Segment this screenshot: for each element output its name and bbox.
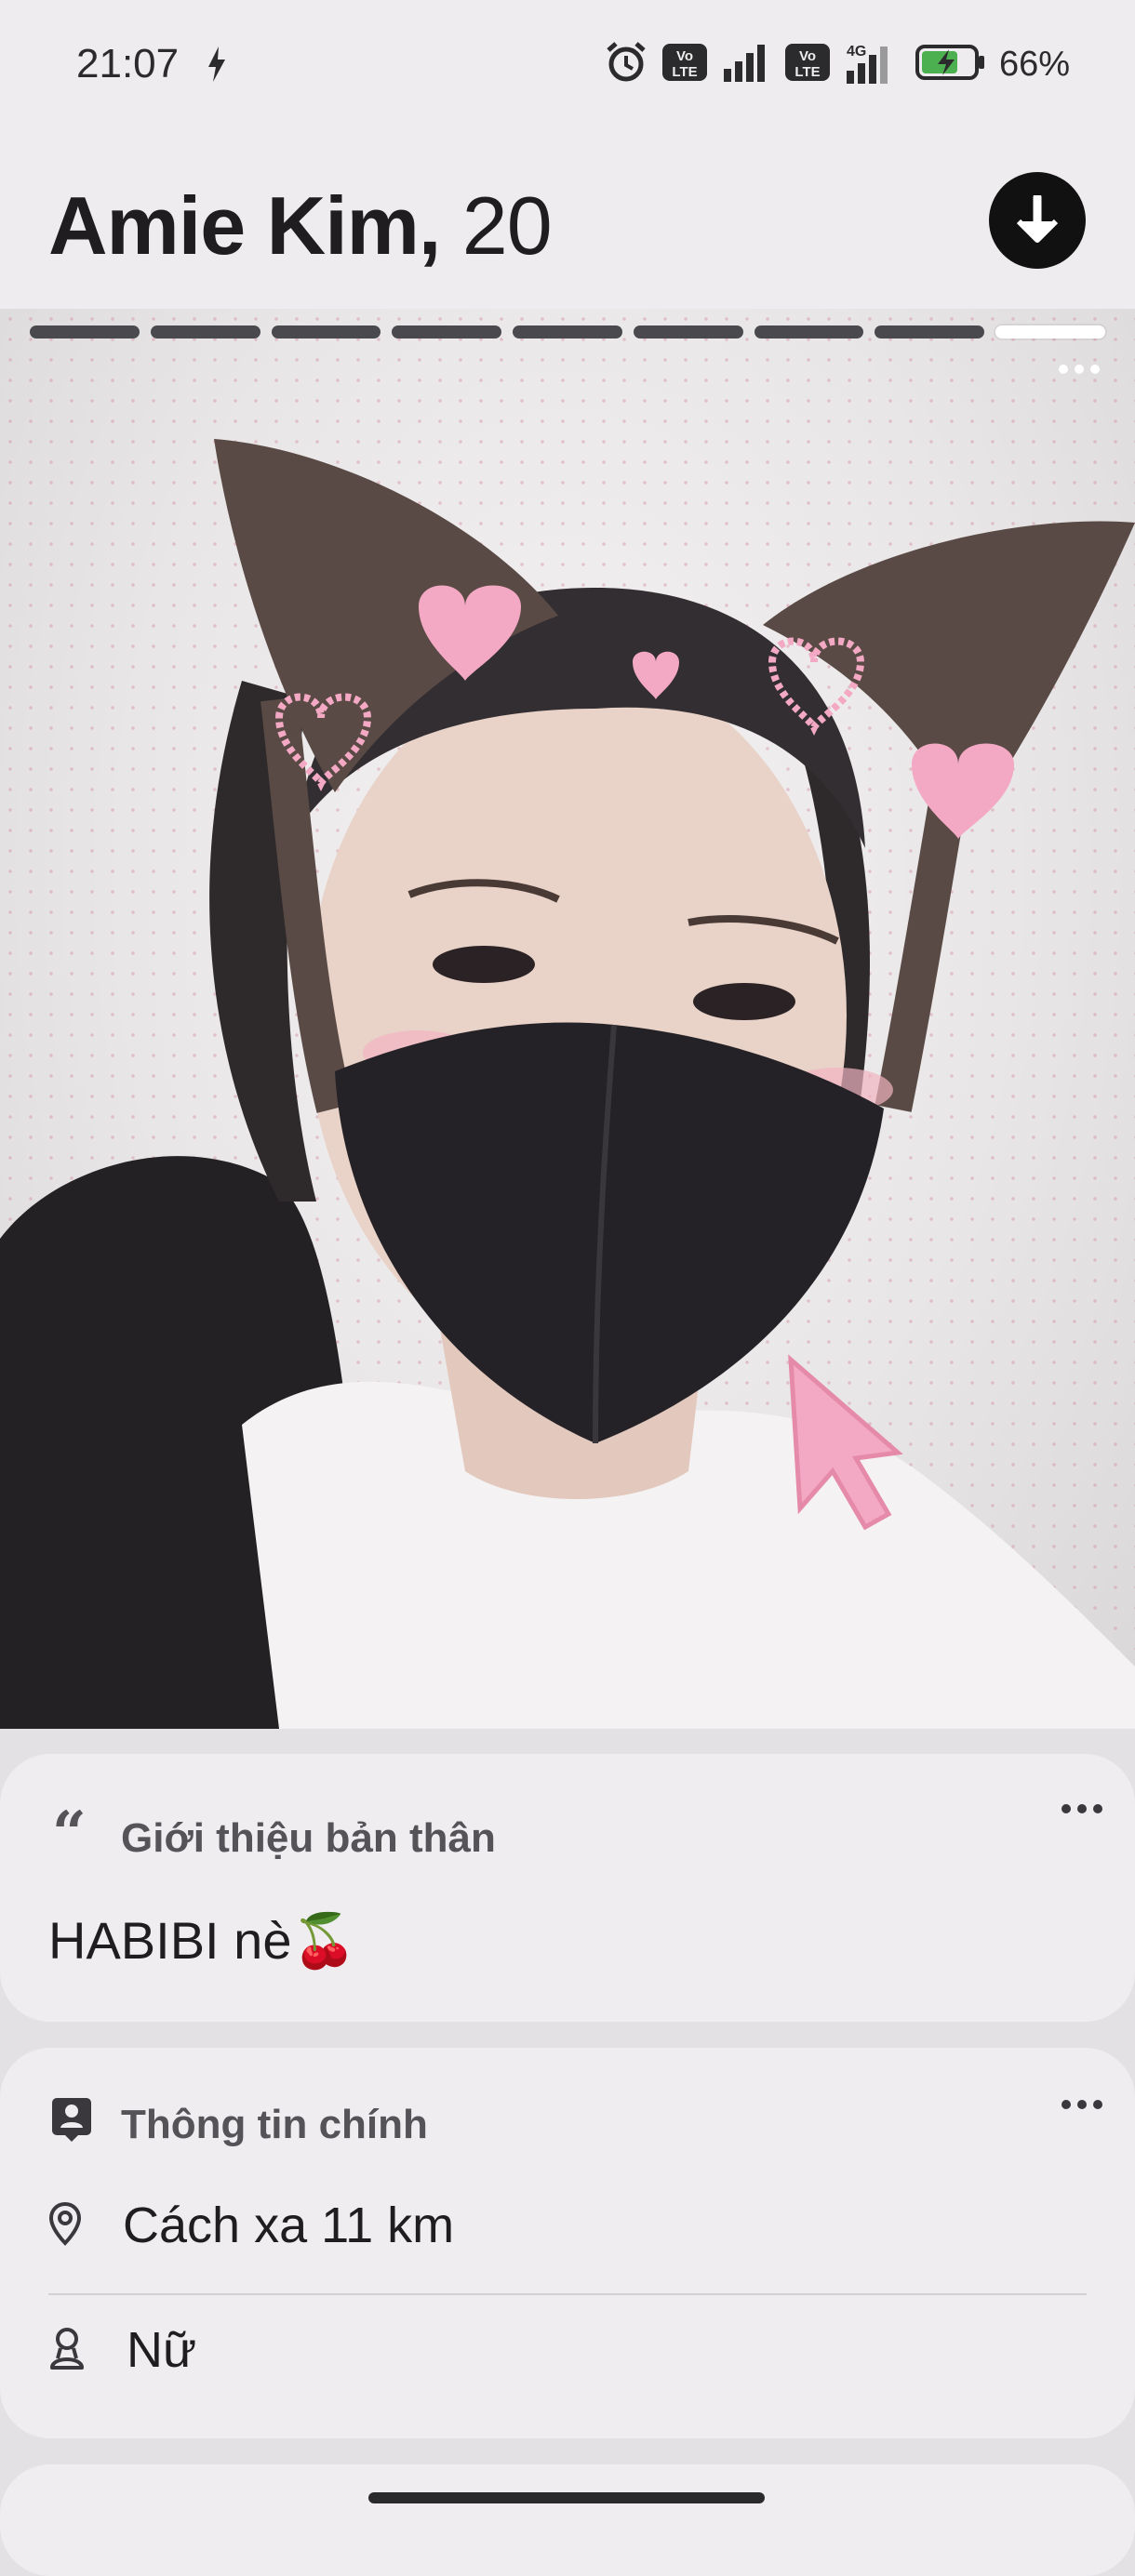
profile-name: Amie Kim, [48, 179, 441, 272]
photo-progress-segment[interactable] [633, 325, 743, 339]
quote-icon: “ [52, 1799, 87, 1868]
gender-row: Nữ [48, 2321, 1087, 2379]
profile-header: Amie Kim, 20 [0, 130, 1135, 309]
status-time: 21:07 [76, 41, 180, 86]
status-icons: Vo LTE Vo LTE 4G 66% [605, 41, 1070, 88]
signal-4g-icon: 4G [845, 41, 902, 88]
main-info-card: Thông tin chính Cách xa 11 km Nữ [0, 2048, 1135, 2438]
profile-name-age: Amie Kim, 20 [48, 179, 553, 273]
close-profile-button[interactable] [989, 172, 1086, 269]
svg-text:LTE: LTE [794, 64, 820, 80]
status-bar: 21:07 Vo LTE Vo LTE 4G 66% [0, 0, 1135, 130]
photo-progress-segment[interactable] [271, 325, 381, 339]
svg-text:LTE: LTE [672, 64, 697, 80]
battery-percent: 66% [998, 45, 1070, 84]
more-horizontal-icon[interactable] [1057, 363, 1102, 380]
more-horizontal-icon[interactable] [1061, 1802, 1103, 1819]
photo-progress-segment[interactable] [754, 325, 864, 339]
battery-charging-icon [915, 44, 986, 86]
bio-card-title: Giới thiệu bản thân [121, 1815, 496, 1861]
charging-bolt-icon [207, 46, 227, 86]
alarm-icon [605, 41, 648, 88]
svg-text:4G: 4G [847, 44, 866, 60]
photo-progress-segment[interactable] [995, 325, 1106, 339]
photo-progress-segment[interactable] [392, 325, 502, 339]
more-horizontal-icon[interactable] [1061, 2098, 1103, 2115]
svg-text:Vo: Vo [799, 48, 816, 64]
location-pin-icon [48, 2201, 82, 2251]
bio-card: “ Giới thiệu bản thân HABIBI nè🍒 [0, 1754, 1135, 2022]
divider [48, 2293, 1087, 2295]
home-indicator[interactable] [368, 2492, 765, 2503]
next-card [0, 2464, 1135, 2576]
photo-progress-segment[interactable] [150, 325, 260, 339]
photo-progress-segment[interactable] [875, 325, 985, 339]
signal-icon [722, 43, 770, 86]
distance-text: Cách xa 11 km [123, 2198, 455, 2253]
gender-text: Nữ [127, 2322, 197, 2378]
svg-text:Vo: Vo [676, 48, 693, 64]
distance-row: Cách xa 11 km [48, 2197, 1087, 2254]
photo-progress-segment[interactable] [30, 325, 140, 339]
arrow-down-icon [1016, 195, 1059, 243]
profile-age: 20 [461, 179, 553, 272]
selfie-illustration [0, 309, 1135, 1729]
person-icon [48, 2327, 86, 2374]
photo-progress-segment[interactable] [513, 325, 622, 339]
volte-icon: Vo LTE [783, 42, 832, 87]
profile-photo[interactable] [0, 309, 1135, 1729]
bio-text: HABIBI nè🍒 [48, 1911, 357, 1970]
volte-icon: Vo LTE [661, 42, 709, 87]
photo-progress [30, 325, 1106, 339]
main-info-title: Thông tin chính [121, 2102, 428, 2147]
id-card-icon [50, 2096, 93, 2147]
